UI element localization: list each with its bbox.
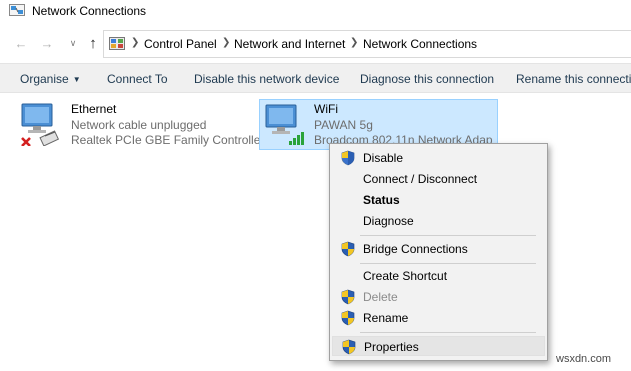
arrow-up-icon[interactable]: ↑ xyxy=(86,35,100,52)
menu-item-delete: Delete xyxy=(332,287,545,307)
menu-item-label: Create Shortcut xyxy=(363,269,448,283)
menu-separator xyxy=(360,332,536,333)
arrow-right-icon[interactable]: → xyxy=(40,36,54,51)
uac-shield-icon xyxy=(341,241,355,257)
breadcrumb-control-panel[interactable]: Control Panel xyxy=(144,37,217,51)
adapter-ethernet[interactable]: Ethernet Network cable unplugged Realtek… xyxy=(19,102,264,148)
wifi-adapter-connected-icon xyxy=(265,104,304,145)
menu-item-label: Properties xyxy=(364,340,419,354)
window-title: Network Connections xyxy=(32,4,147,18)
adapter-status: Network cable unplugged xyxy=(71,118,207,132)
breadcrumb-separator: ❯ xyxy=(350,37,359,48)
watermark: wsxdn.com xyxy=(556,353,612,365)
menu-item-status[interactable]: Status xyxy=(332,190,545,210)
navigation-row: ← → ∨ ↑ ❯ Control Panel ❯ Network and In… xyxy=(0,28,631,60)
disable-device-button[interactable]: Disable this network device xyxy=(194,72,339,86)
breadcrumb-separator: ❯ xyxy=(222,37,231,48)
menu-item-properties[interactable]: Properties xyxy=(332,336,545,356)
connect-to-button[interactable]: Connect To xyxy=(107,72,168,86)
menu-separator xyxy=(360,235,536,236)
menu-item-diagnose[interactable]: Diagnose xyxy=(332,211,545,231)
uac-shield-icon xyxy=(341,150,355,166)
menu-item-connect-disconnect[interactable]: Connect / Disconnect xyxy=(332,169,545,189)
address-bar[interactable]: ❯ Control Panel ❯ Network and Internet ❯… xyxy=(103,30,631,58)
menu-item-label: Rename xyxy=(363,311,409,325)
title-bar: Network Connections xyxy=(0,0,631,24)
network-connections-app-icon xyxy=(9,4,25,16)
menu-item-create-shortcut[interactable]: Create Shortcut xyxy=(332,266,545,286)
menu-separator xyxy=(360,263,536,264)
ethernet-adapter-disconnected-icon xyxy=(21,103,60,146)
diagnose-connection-button[interactable]: Diagnose this connection xyxy=(360,72,494,86)
control-panel-icon xyxy=(109,37,125,50)
menu-item-disable[interactable]: Disable xyxy=(332,148,545,168)
caret-down-icon: ▼ xyxy=(72,75,81,84)
menu-item-label: Connect / Disconnect xyxy=(363,172,478,186)
chevron-down-icon[interactable]: ∨ xyxy=(66,36,80,50)
uac-shield-icon xyxy=(341,289,355,305)
menu-item-bridge-connections[interactable]: Bridge Connections xyxy=(332,239,545,259)
command-bar: Organise ▼ Connect To Disable this networ… xyxy=(0,63,631,93)
adapter-name: WiFi xyxy=(314,102,338,116)
breadcrumb-network-connections[interactable]: Network Connections xyxy=(363,37,477,51)
organise-menu-button[interactable]: Organise ▼ xyxy=(20,72,81,86)
adapter-name: Ethernet xyxy=(71,102,117,116)
breadcrumb-network-and-internet[interactable]: Network and Internet xyxy=(234,37,345,51)
organise-label: Organise xyxy=(20,72,69,86)
menu-item-label: Status xyxy=(363,193,400,207)
menu-item-label: Bridge Connections xyxy=(363,242,468,256)
menu-item-rename[interactable]: Rename xyxy=(332,308,545,328)
adapter-status: PAWAN 5g xyxy=(314,118,373,132)
uac-shield-icon xyxy=(342,339,356,355)
context-menu: Disable Connect / Disconnect Status Diag… xyxy=(329,143,548,361)
menu-item-label: Disable xyxy=(363,151,404,165)
rename-connection-button[interactable]: Rename this connectio xyxy=(516,72,631,86)
adapter-device: Realtek PCIe GBE Family Controller xyxy=(71,133,265,147)
breadcrumb-separator: ❯ xyxy=(131,37,140,48)
uac-shield-icon xyxy=(341,310,355,326)
arrow-left-icon[interactable]: ← xyxy=(14,36,28,51)
menu-item-label: Diagnose xyxy=(363,214,414,228)
menu-item-label: Delete xyxy=(363,290,398,304)
